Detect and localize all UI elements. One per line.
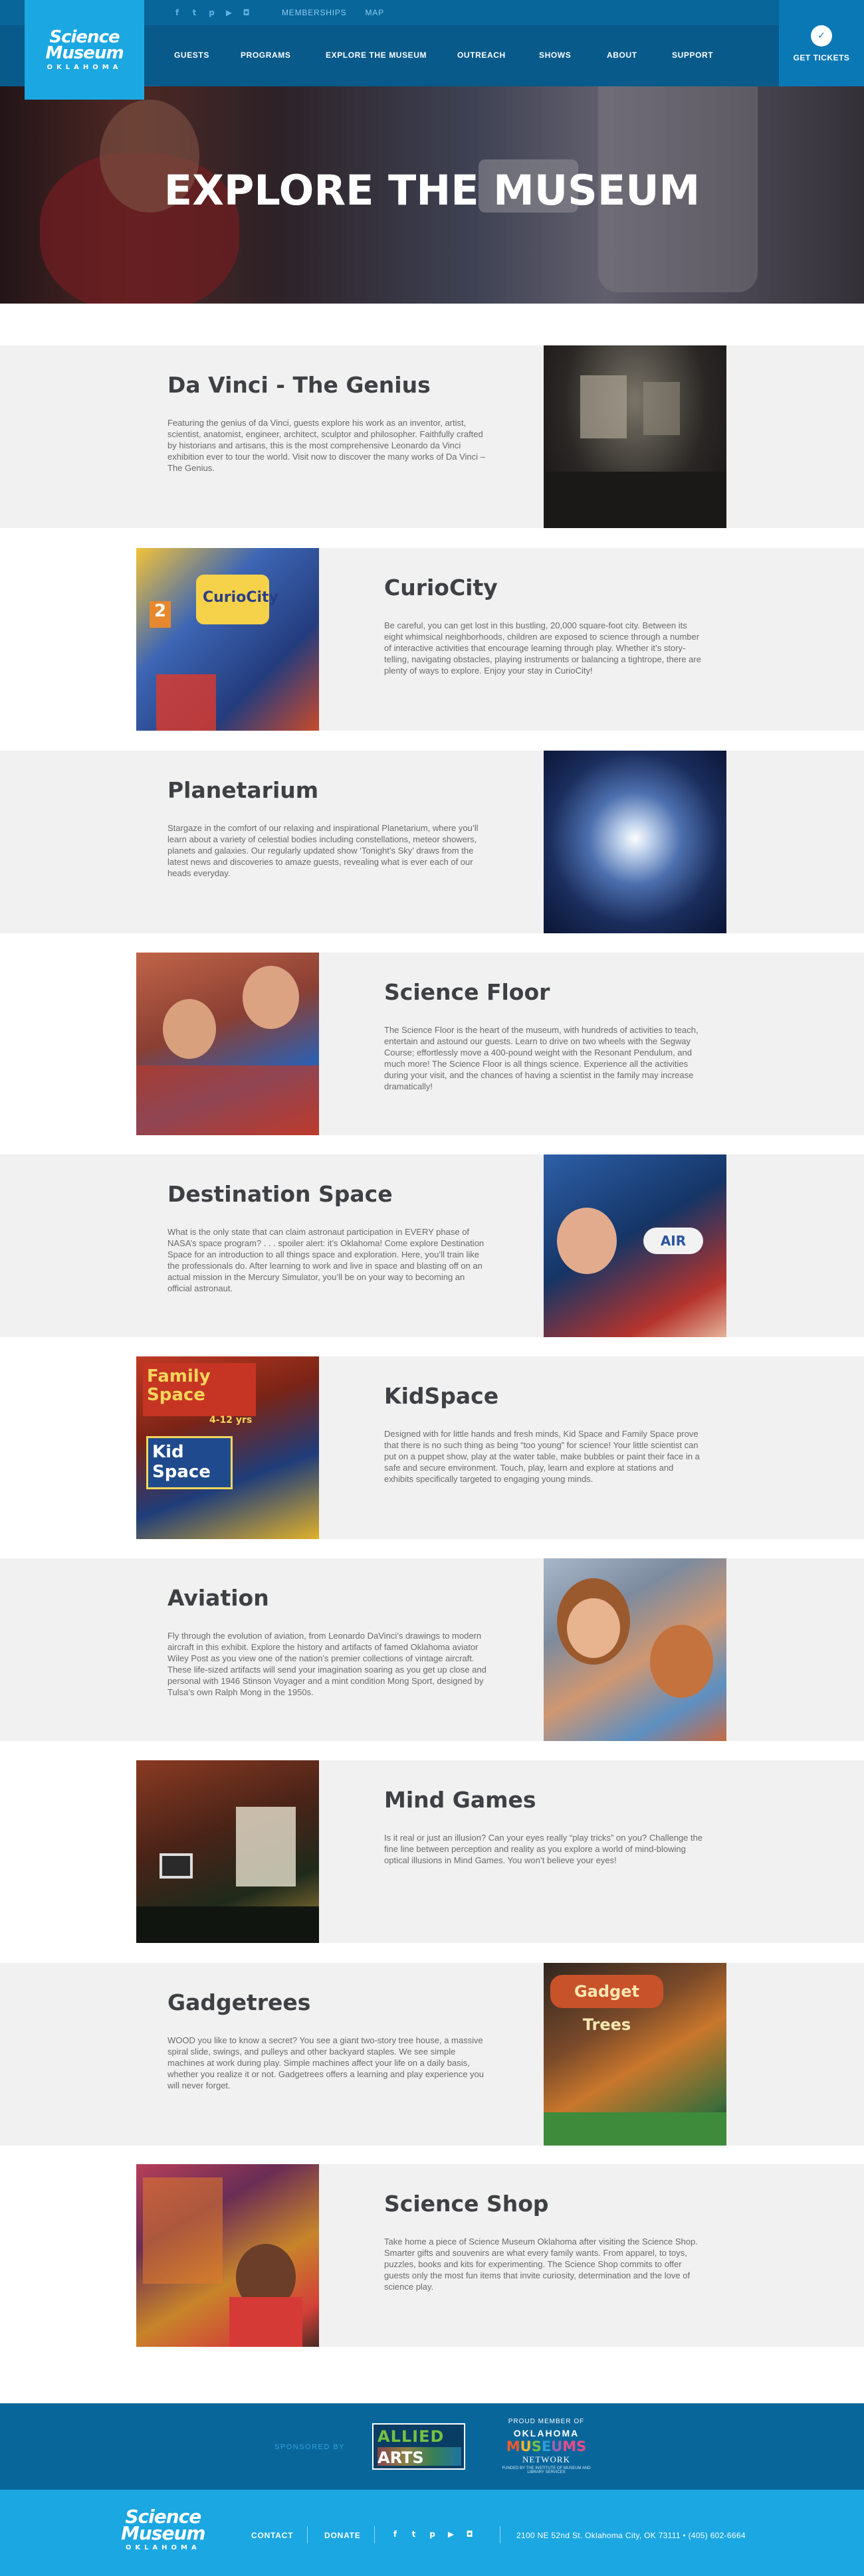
exhibit-title: Science Floor bbox=[384, 979, 550, 1005]
map-link[interactable]: MAP bbox=[365, 8, 383, 17]
exhibit-photo: AIR bbox=[544, 1154, 726, 1337]
exhibit-title: Da Vinci - The Genius bbox=[167, 372, 431, 398]
exhibit-section-destination-space: Destination Space What is the only state… bbox=[0, 1154, 864, 1337]
ticket-icon: ✓ bbox=[811, 25, 832, 46]
exhibit-title: Mind Games bbox=[384, 1787, 536, 1813]
exhibit-photo bbox=[544, 345, 726, 528]
exhibit-photo bbox=[136, 953, 319, 1135]
network-museums: MUSEUMS bbox=[506, 2438, 587, 2454]
proud-member-label: PROUD MEMBER OF bbox=[508, 2418, 585, 2425]
exhibit-photo bbox=[136, 2164, 319, 2347]
exhibit-description: Featuring the genius of da Vinci, guests… bbox=[167, 418, 485, 473]
exhibit-description: What is the only state that can claim as… bbox=[167, 1227, 485, 1293]
exhibit-description: Is it real or just an illusion? Can your… bbox=[384, 1833, 703, 1865]
exhibit-section-gadgetrees: Gadgetrees WOOD you like to know a secre… bbox=[0, 1963, 864, 2146]
contact-link[interactable]: CONTACT bbox=[251, 2531, 293, 2540]
exhibit-description: Designed with for little hands and fresh… bbox=[384, 1429, 700, 1484]
network-word: NETWORK bbox=[522, 2454, 570, 2464]
allied-arts-line: ALLIED bbox=[378, 2427, 445, 2446]
exhibit-photo: Family Space 4-12 yrs Kid Space bbox=[136, 1356, 319, 1539]
exhibit-section-planetarium: Planetarium Stargaze in the comfort of o… bbox=[0, 751, 864, 933]
nav-programs[interactable]: PROGRAMS bbox=[241, 50, 290, 60]
utility-socials: f t p ▶ ◘ bbox=[171, 7, 252, 18]
exhibit-title: CurioCity bbox=[384, 575, 498, 600]
exhibit-description: Take home a piece of Science Museum Okla… bbox=[384, 2237, 698, 2292]
exhibit-description: The Science Floor is the heart of the mu… bbox=[384, 1025, 699, 1091]
nav-outreach[interactable]: OUTREACH bbox=[457, 50, 506, 60]
logo-subline: OKLAHOMA bbox=[47, 63, 122, 71]
exhibit-title: Aviation bbox=[167, 1585, 269, 1611]
footer-logo[interactable]: Science Museum OKLAHOMA bbox=[121, 2508, 206, 2552]
footer-divider bbox=[307, 2526, 308, 2543]
youtube-icon[interactable]: ▶ bbox=[445, 2528, 457, 2539]
facebook-icon[interactable]: f bbox=[171, 7, 183, 18]
pinterest-icon[interactable]: p bbox=[206, 7, 217, 18]
museums-network-logo[interactable]: PROUD MEMBER OF OKLAHOMA MUSEUMS NETWORK… bbox=[500, 2418, 593, 2474]
pinterest-icon[interactable]: p bbox=[427, 2528, 438, 2539]
exhibit-title: Science Shop bbox=[384, 2191, 549, 2217]
exhibit-photo: Gadget Trees bbox=[544, 1963, 726, 2146]
exhibit-title: Destination Space bbox=[167, 1181, 393, 1207]
nav-explore-the-museum[interactable]: EXPLORE THE MUSEUM bbox=[326, 50, 427, 60]
exhibit-photo bbox=[544, 751, 726, 933]
nav-about[interactable]: ABOUT bbox=[607, 50, 637, 60]
exhibit-title: Planetarium bbox=[167, 777, 319, 803]
logo[interactable]: Science Museum OKLAHOMA bbox=[25, 0, 144, 100]
exhibit-title: Gadgetrees bbox=[167, 1989, 311, 2015]
exhibit-description: Be careful, you can get lost in this bus… bbox=[384, 620, 701, 676]
network-tagline: FUNDED BY THE INSTITUTE OF MUSEUM AND LI… bbox=[502, 2466, 591, 2474]
footer-divider bbox=[374, 2526, 375, 2543]
exhibit-title: KidSpace bbox=[384, 1383, 499, 1409]
sponsored-by-label: SPONSORED BY bbox=[274, 2443, 346, 2451]
hero-title: EXPLORE THE MUSEUM bbox=[163, 166, 701, 215]
footer-socials: f t p ▶ ◘ bbox=[389, 2528, 475, 2539]
exhibit-section-aviation: Aviation Fly through the evolution of av… bbox=[0, 1558, 864, 1741]
instagram-icon[interactable]: ◘ bbox=[464, 2528, 475, 2539]
memberships-link[interactable]: MEMBERSHIPS bbox=[282, 8, 346, 17]
twitter-icon[interactable]: t bbox=[408, 2528, 419, 2539]
nav-support[interactable]: SUPPORT bbox=[672, 50, 713, 60]
youtube-icon[interactable]: ▶ bbox=[223, 7, 235, 18]
facebook-icon[interactable]: f bbox=[389, 2528, 401, 2539]
get-tickets-label: GET TICKETS bbox=[793, 53, 850, 62]
donate-link[interactable]: DONATE bbox=[324, 2531, 361, 2540]
nav-guests[interactable]: GUESTS bbox=[174, 50, 209, 60]
allied-arts-line: ARTS bbox=[378, 2448, 424, 2467]
twitter-icon[interactable]: t bbox=[189, 7, 200, 18]
exhibit-photo bbox=[136, 1760, 319, 1943]
footer-address: 2100 NE 52nd St. Oklahoma City, OK 73111… bbox=[516, 2531, 746, 2540]
exhibit-description: WOOD you like to know a secret? You see … bbox=[167, 2035, 484, 2090]
network-state: OKLAHOMA bbox=[513, 2428, 580, 2438]
sponsors-bar: SPONSORED BY ALLIED ARTS PROUD MEMBER OF… bbox=[0, 2403, 864, 2490]
exhibit-section-da-vinci: Da Vinci - The Genius Featuring the geni… bbox=[0, 345, 864, 528]
logo-line: Museum bbox=[45, 43, 124, 63]
exhibit-description: Stargaze in the comfort of our relaxing … bbox=[167, 823, 479, 878]
allied-arts-logo[interactable]: ALLIED ARTS bbox=[372, 2423, 465, 2470]
footer-logo-subline: OKLAHOMA bbox=[125, 2544, 201, 2551]
footer: Science Museum OKLAHOMA CONTACT DONATE f… bbox=[0, 2490, 864, 2576]
utility-links: MEMBERSHIPS MAP bbox=[282, 8, 384, 17]
exhibit-description: Fly through the evolution of aviation, f… bbox=[167, 1631, 486, 1697]
instagram-icon[interactable]: ◘ bbox=[241, 7, 252, 18]
exhibit-photo bbox=[544, 1558, 726, 1741]
nav-shows[interactable]: SHOWS bbox=[539, 50, 571, 60]
exhibit-photo: CurioCity 2 bbox=[136, 548, 319, 731]
logo-line: Science bbox=[49, 27, 120, 47]
get-tickets-button[interactable]: ✓ GET TICKETS bbox=[779, 0, 864, 86]
footer-logo-line: Museum bbox=[121, 2522, 206, 2544]
